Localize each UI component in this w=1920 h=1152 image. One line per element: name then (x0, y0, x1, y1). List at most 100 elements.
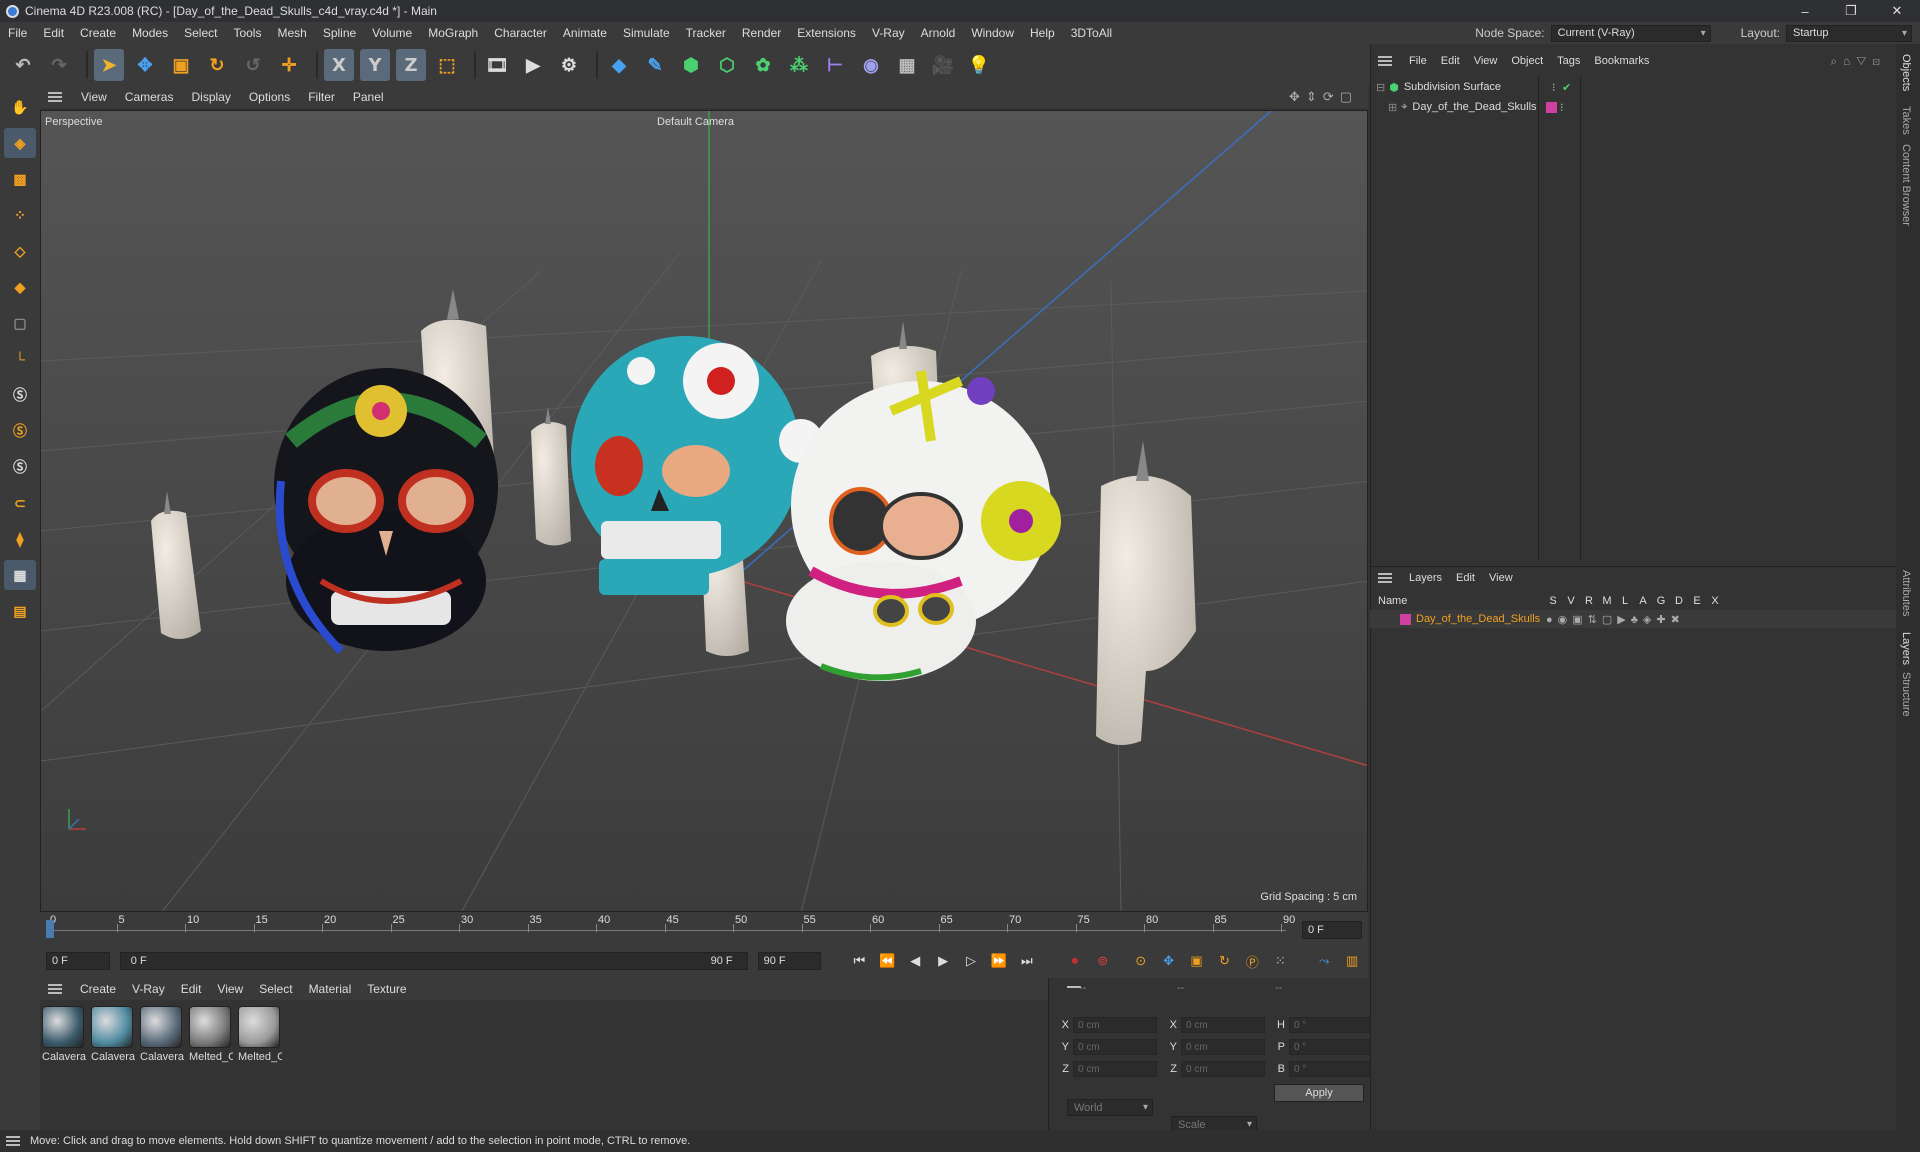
object-menu-view[interactable]: View (1467, 55, 1505, 67)
tab-takes[interactable]: Takes (1900, 106, 1912, 135)
key-scale-icon[interactable]: ▣ (1185, 949, 1209, 973)
scale-icon[interactable]: ▣ (166, 49, 196, 81)
go-to-start-icon[interactable]: ⏮ (847, 949, 871, 973)
rotate-icon[interactable]: ↻ (202, 49, 232, 81)
record-icon[interactable]: ⏺ (1063, 949, 1087, 973)
menu-character[interactable]: Character (486, 26, 555, 40)
node-space-dropdown[interactable]: Current (V-Ray) (1550, 24, 1711, 42)
enabled-check-icon[interactable]: ✔ (1562, 81, 1571, 94)
cloner-icon[interactable]: ✿ (748, 49, 778, 81)
material-item[interactable]: Calavera (42, 1006, 86, 1063)
tab-structure[interactable]: Structure (1900, 672, 1912, 717)
material-menu-material[interactable]: Material (301, 982, 360, 996)
menu-volume[interactable]: Volume (364, 26, 420, 40)
hamburger-icon[interactable] (1378, 572, 1392, 583)
layer-color-swatch[interactable] (1400, 613, 1411, 625)
workplane-icon[interactable]: ⧫ (4, 524, 36, 554)
end-frame-field[interactable]: 90 F (757, 952, 822, 970)
menu-extensions[interactable]: Extensions (789, 26, 864, 40)
snap-s-icon[interactable]: Ⓢ (4, 380, 36, 410)
menu-edit[interactable]: Edit (35, 26, 72, 40)
viewport-menu-filter[interactable]: Filter (299, 90, 344, 104)
select-icon[interactable]: ➤ (94, 49, 124, 81)
menu-mograph[interactable]: MoGraph (420, 26, 486, 40)
coord-system-icon[interactable]: ⬚ (432, 49, 462, 81)
minimize-button[interactable]: – (1782, 0, 1828, 22)
mograph-icon[interactable]: ⁂ (784, 49, 814, 81)
current-frame-field[interactable]: 0 F (1302, 921, 1362, 939)
render-settings-icon[interactable]: ⚙ (554, 49, 584, 81)
size-x-field[interactable]: 0 cm (1181, 1017, 1265, 1033)
viewport-menu-options[interactable]: Options (240, 90, 299, 104)
playhead[interactable] (46, 920, 54, 938)
layer-row[interactable]: Day_of_the_Dead_Skulls ●◉▣⇅▢▶♣◈✚✖ (1370, 610, 1896, 628)
model-mode-icon[interactable]: ✋ (4, 92, 36, 122)
x-axis-icon[interactable]: X (324, 49, 354, 81)
3d-viewport[interactable]: Perspective Default Camera Grid Spacing … (40, 110, 1368, 912)
hamburger-icon[interactable] (48, 92, 62, 102)
hamburger-icon[interactable] (48, 984, 62, 994)
viewport-menu-panel[interactable]: Panel (344, 90, 393, 104)
menu-window[interactable]: Window (963, 26, 1022, 40)
hamburger-icon[interactable] (1378, 56, 1392, 66)
material-menu-create[interactable]: Create (72, 982, 124, 996)
viewport-menu-display[interactable]: Display (182, 90, 239, 104)
go-to-end-icon[interactable]: ⏭ (1015, 949, 1039, 973)
visibility-dots-icon[interactable]: ⁝ (1560, 101, 1564, 114)
position-y-field[interactable]: 0 cm (1073, 1039, 1157, 1055)
next-frame-icon[interactable]: ▷ (959, 949, 983, 973)
tab-attributes[interactable]: Attributes (1900, 570, 1912, 616)
menu-arnold[interactable]: Arnold (913, 26, 964, 40)
menu-modes[interactable]: Modes (124, 26, 176, 40)
cube-icon[interactable]: ◆ (604, 49, 634, 81)
menu-help[interactable]: Help (1022, 26, 1063, 40)
snap-s-orange-icon[interactable]: Ⓢ (4, 416, 36, 446)
points-mode-icon[interactable]: ⁘ (4, 200, 36, 230)
material-menu-texture[interactable]: Texture (359, 982, 414, 996)
material-menu-select[interactable]: Select (251, 982, 300, 996)
floor-icon[interactable]: ▦ (892, 49, 922, 81)
axis-mode-icon[interactable]: └ (4, 344, 36, 374)
move-icon[interactable]: ✥ (130, 49, 160, 81)
material-item[interactable]: Melted_C (238, 1006, 282, 1063)
pen-icon[interactable]: ✎ (640, 49, 670, 81)
layer-color-swatch[interactable] (1546, 101, 1557, 113)
deformer-icon[interactable]: ⊢ (820, 49, 850, 81)
next-key-icon[interactable]: ⏩ (987, 949, 1011, 973)
z-axis-icon[interactable]: Z (396, 49, 426, 81)
object-row-subdivision[interactable]: ⊟ ⬢ Subdivision Surface ⁝ ✔ (1376, 78, 1571, 96)
key-pla-icon[interactable]: ⁙ (1268, 949, 1292, 973)
texture-mode-icon[interactable]: ▩ (4, 164, 36, 194)
render-icon[interactable]: ▶ (518, 49, 548, 81)
object-menu-edit[interactable]: Edit (1434, 55, 1467, 67)
material-item[interactable]: Calavera (140, 1006, 184, 1063)
expand-icon[interactable]: ⊞ (1388, 101, 1397, 114)
timeline-window-icon[interactable]: ▥ (1340, 949, 1364, 973)
rotation-p-field[interactable]: 0 ° (1289, 1039, 1373, 1055)
render-view-icon[interactable]: 🎞 (482, 49, 512, 81)
auto-key-icon[interactable]: ⊚ (1091, 949, 1115, 973)
light-icon[interactable]: 💡 (964, 49, 994, 81)
snap-s-white-icon[interactable]: Ⓢ (4, 452, 36, 482)
close-button[interactable]: ✕ (1874, 0, 1920, 22)
recent-icon[interactable]: ↺ (238, 49, 268, 81)
object-row-skulls[interactable]: ⊞ ⌖ Day_of_the_Dead_Skulls ⁝ (1388, 98, 1564, 116)
camera-icon[interactable]: 🎥 (928, 49, 958, 81)
rotation-h-field[interactable]: 0 ° (1289, 1017, 1373, 1033)
menu-animate[interactable]: Animate (555, 26, 615, 40)
play-icon[interactable]: ▶ (931, 949, 955, 973)
menu-simulate[interactable]: Simulate (615, 26, 678, 40)
uv-mode-icon[interactable]: ▢ (4, 308, 36, 338)
layout-dropdown[interactable]: Startup (1786, 24, 1912, 42)
add-icon[interactable]: ✛ (274, 49, 304, 81)
keyframe-icon[interactable]: ⊙ (1129, 949, 1153, 973)
field-icon[interactable]: ◉ (856, 49, 886, 81)
motion-system-icon[interactable]: ⤳ (1312, 949, 1336, 973)
object-mode-icon[interactable]: ◈ (4, 128, 36, 158)
edges-mode-icon[interactable]: ◇ (4, 236, 36, 266)
expand-icon[interactable]: ⊟ (1376, 81, 1385, 94)
object-manager-tool-icons[interactable]: ⌕⌂▽⊡ (1830, 54, 1886, 69)
menu-file[interactable]: File (0, 26, 35, 40)
material-menu-edit[interactable]: Edit (173, 982, 210, 996)
size-z-field[interactable]: 0 cm (1181, 1061, 1265, 1077)
